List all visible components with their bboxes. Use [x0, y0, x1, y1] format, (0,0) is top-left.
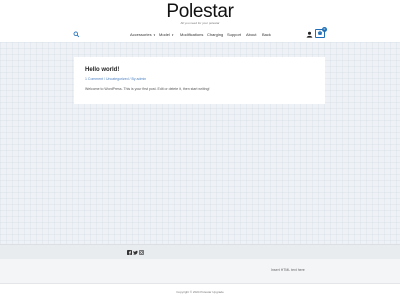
social-bar: [0, 244, 400, 259]
post-title[interactable]: Hello world!: [85, 67, 119, 73]
chevron-down-icon: ▾: [153, 33, 156, 37]
cart-button[interactable]: 0: [315, 27, 327, 38]
chevron-down-icon: ▾: [171, 33, 174, 37]
footer-html-block: Insert HTML text here: [271, 268, 305, 272]
main-nav: Accessories ▾ Model ▾ Modifications Chargi…: [0, 27, 400, 40]
nav-item-about[interactable]: About: [246, 32, 256, 37]
post-excerpt: Welcome to WordPress. This is your first…: [85, 87, 210, 91]
nav-item-model[interactable]: Model ▾: [159, 32, 173, 38]
twitter-icon[interactable]: [133, 250, 138, 255]
footer-widgets: Insert HTML text here: [0, 259, 400, 283]
site-tagline: All you need for your polestar: [180, 21, 220, 25]
user-icon[interactable]: [306, 31, 313, 38]
nav-item-label: Modifications: [180, 32, 204, 37]
site-logo[interactable]: Polestar: [0, 2, 400, 22]
nav-item-back[interactable]: Back: [262, 32, 271, 37]
facebook-icon[interactable]: [127, 250, 132, 255]
nav-item-charging[interactable]: Charging: [207, 32, 223, 37]
nav-item-label: Charging: [207, 32, 224, 37]
instagram-icon[interactable]: [139, 250, 144, 255]
cart-count-badge: 0: [322, 27, 327, 32]
nav-item-accessories[interactable]: Accessories ▾: [130, 32, 155, 38]
post-card: Hello world! 1 Comment / Uncategorized /…: [74, 57, 325, 104]
nav-item-label: Back: [262, 32, 271, 37]
nav-item-label: Model: [159, 32, 170, 37]
nav-item-label: About: [246, 32, 257, 37]
post-meta[interactable]: 1 Comment / Uncategorized / By admin: [85, 77, 146, 81]
nav-item-modifications[interactable]: Modifications: [180, 32, 203, 37]
copyright-text: Copyright © 2024 Polestar Upgrade: [176, 290, 224, 294]
nav-item-label: Accessories: [130, 32, 152, 37]
copyright-bar: Copyright © 2024 Polestar Upgrade: [0, 283, 400, 300]
nav-item-label: Support: [227, 32, 242, 37]
site-header: Polestar All you need for your polestar …: [0, 0, 400, 42]
nav-item-support[interactable]: Support: [227, 32, 241, 37]
search-icon[interactable]: [73, 31, 80, 38]
